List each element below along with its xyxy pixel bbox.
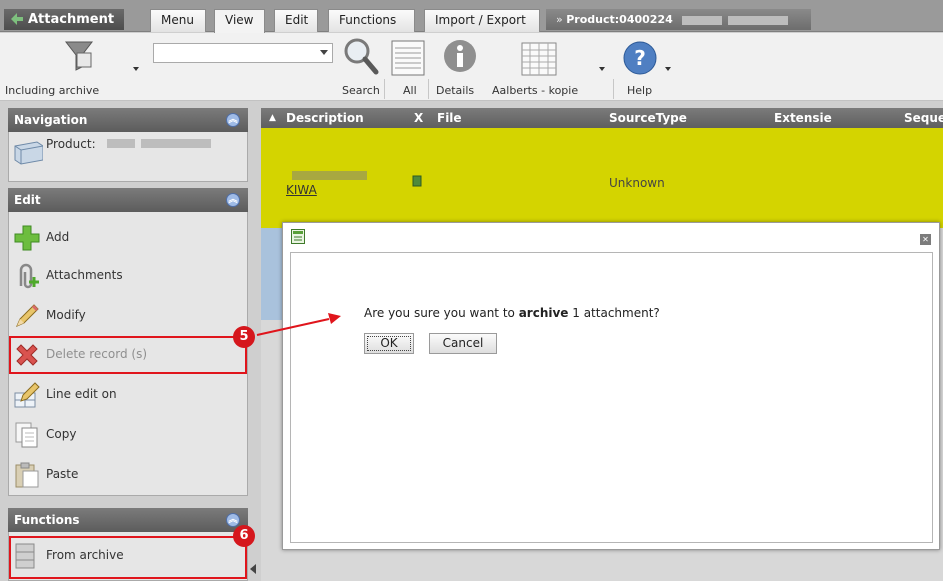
annotation-badge-6: 6 [233, 525, 255, 547]
annotation-badge-5: 5 [233, 326, 255, 348]
annotation-arrow-icon [256, 313, 341, 336]
